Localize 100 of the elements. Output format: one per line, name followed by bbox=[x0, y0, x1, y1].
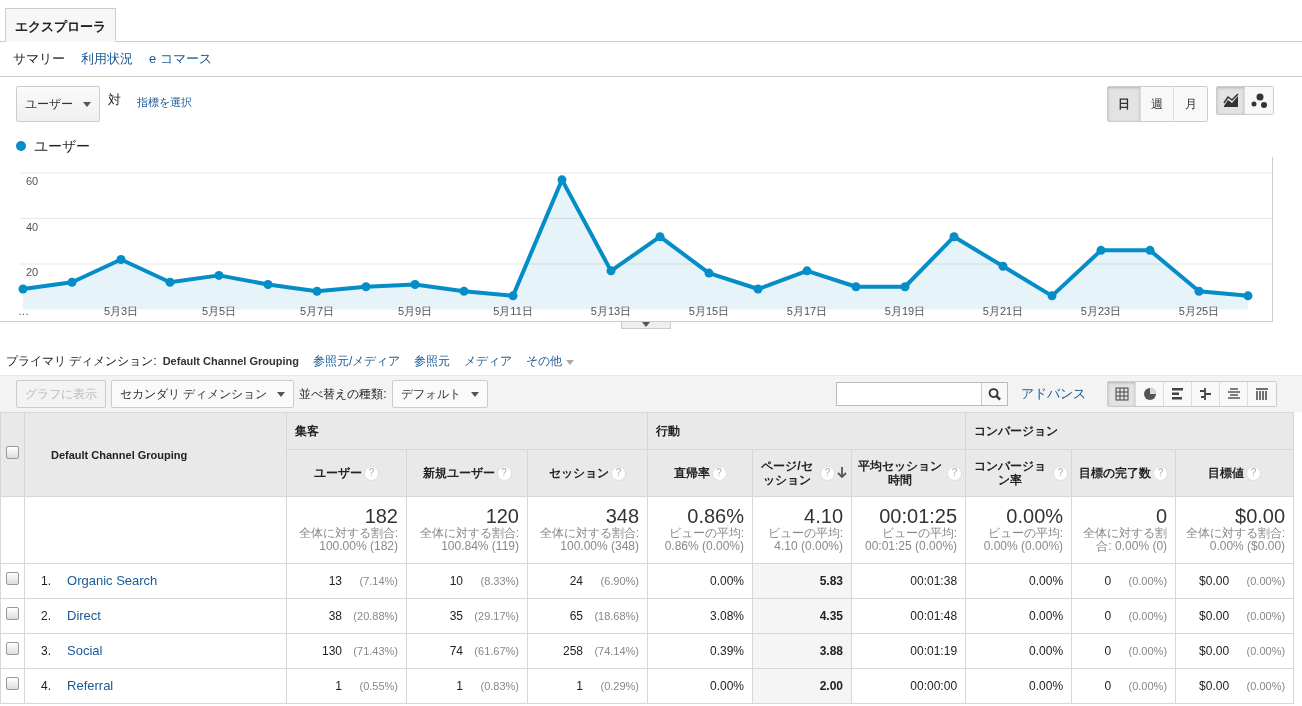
view-button[interactable] bbox=[1248, 382, 1276, 406]
secondary-dimension-dropdown[interactable]: セカンダリ ディメンション bbox=[111, 380, 295, 408]
data-point bbox=[1145, 245, 1155, 255]
nav-link[interactable]: サマリー bbox=[13, 49, 65, 69]
axis-label: … bbox=[18, 305, 29, 317]
view-button[interactable] bbox=[1164, 382, 1192, 406]
nav-link[interactable]: 利用状況 bbox=[81, 49, 133, 69]
view-button[interactable] bbox=[1192, 382, 1220, 406]
total-value: 0.86% bbox=[686, 504, 745, 527]
more-dropdown[interactable]: その他 bbox=[526, 352, 575, 370]
cell-percentage: (29.17%) bbox=[473, 608, 519, 624]
axis-label: 5月15日 bbox=[688, 305, 730, 317]
search-field[interactable] bbox=[836, 382, 1008, 406]
axis-label: 5月21日 bbox=[982, 305, 1024, 317]
column-header: ページ/セッション bbox=[760, 459, 814, 487]
cell-value: 24 bbox=[569, 573, 584, 590]
data-point bbox=[606, 266, 616, 276]
column-header: コンバージョン率 bbox=[973, 459, 1048, 487]
select-all-checkbox[interactable] bbox=[6, 445, 19, 459]
cell-percentage: (0.83%) bbox=[479, 678, 519, 694]
total-note: ビューの平均: 0.86% (0.00%) bbox=[663, 527, 745, 553]
group-header: コンバージョン bbox=[974, 424, 1059, 438]
cell-value: 0 bbox=[1104, 643, 1112, 660]
cell-value: 35 bbox=[449, 608, 463, 625]
sort-dropdown[interactable]: デフォルト bbox=[391, 380, 488, 408]
search-button[interactable] bbox=[981, 383, 1007, 405]
data-point bbox=[116, 254, 126, 264]
axis-label: 20 bbox=[26, 266, 39, 278]
channel-link[interactable]: Organic Search bbox=[67, 573, 158, 589]
comparison-icon bbox=[1198, 387, 1213, 401]
total-value: 348 bbox=[604, 504, 640, 527]
cell-percentage: (0.00%) bbox=[1127, 643, 1168, 659]
motion-chart-button[interactable] bbox=[1245, 87, 1273, 114]
cell-value: 3.08% bbox=[710, 608, 745, 625]
cell-percentage: (0.00%) bbox=[1127, 678, 1168, 694]
advanced-link[interactable]: アドバンス bbox=[1021, 384, 1086, 404]
view-button[interactable] bbox=[1108, 382, 1136, 406]
cell-percentage: (61.67%) bbox=[473, 643, 519, 659]
cell-percentage: (0.55%) bbox=[358, 678, 398, 694]
data-point bbox=[361, 282, 371, 292]
view-button[interactable] bbox=[1136, 382, 1164, 406]
collapse-handle[interactable] bbox=[621, 321, 671, 329]
data-point bbox=[802, 266, 812, 276]
period-button[interactable]: 月 bbox=[1174, 87, 1207, 121]
pie-icon bbox=[1142, 387, 1157, 401]
axis-label: 5月5日 bbox=[201, 305, 237, 317]
cell-value: 2.00 bbox=[819, 678, 844, 695]
axis-label: 40 bbox=[26, 220, 39, 233]
row-number: 3. bbox=[41, 644, 51, 659]
cell-value: 0.00% bbox=[1029, 608, 1064, 625]
cell-value: 1 bbox=[456, 678, 463, 695]
dimension-link[interactable]: メディア bbox=[464, 352, 513, 370]
data-point bbox=[508, 291, 518, 301]
select-metric-link[interactable]: 指標を選択 bbox=[137, 94, 192, 111]
axis-label: 5月23日 bbox=[1080, 305, 1122, 317]
cell-value: 258 bbox=[563, 643, 584, 660]
cell-value: 4.35 bbox=[819, 608, 844, 625]
dimension-link[interactable]: 参照元/メディア bbox=[312, 352, 401, 370]
period-button[interactable]: 日 bbox=[1108, 87, 1141, 121]
total-value: 0.00% bbox=[1005, 504, 1064, 527]
cell-value: 130 bbox=[321, 643, 342, 660]
axis-label: 5月9日 bbox=[397, 305, 433, 317]
metric-dropdown[interactable]: ユーザー bbox=[16, 86, 100, 122]
data-point bbox=[851, 282, 861, 292]
channel-link[interactable]: Referral bbox=[67, 678, 114, 694]
cell-percentage: (0.00%) bbox=[1245, 573, 1286, 589]
channel-link[interactable]: Direct bbox=[67, 608, 101, 624]
axis-label: 5月17日 bbox=[786, 305, 828, 317]
cell-percentage: (74.14%) bbox=[593, 643, 640, 659]
total-value: 00:01:25 bbox=[878, 504, 958, 527]
nav-link[interactable]: e コマース bbox=[149, 49, 212, 69]
channel-link[interactable]: Social bbox=[67, 643, 103, 659]
tab[interactable]: エクスプローラ bbox=[5, 8, 116, 42]
cell-value: 5.83 bbox=[819, 573, 844, 590]
column-header: 平均セッション時間 bbox=[857, 459, 944, 487]
total-value: 120 bbox=[484, 504, 519, 527]
axis-label: 5月19日 bbox=[884, 305, 926, 317]
dimension-link[interactable]: Default Channel Grouping bbox=[162, 352, 299, 370]
cell-value: 1 bbox=[335, 678, 342, 695]
cell-value: 0.00% bbox=[1029, 573, 1064, 590]
column-header: 目標の完了数 bbox=[1079, 466, 1152, 480]
dimension-link[interactable]: 参照元 bbox=[414, 352, 451, 370]
cell-value: 74 bbox=[449, 643, 463, 660]
column-header: セッション bbox=[549, 466, 609, 480]
column-header: 目標値 bbox=[1208, 466, 1245, 480]
data-point bbox=[949, 232, 959, 242]
data-point bbox=[165, 277, 175, 287]
data-point bbox=[459, 286, 469, 296]
cell-value: 0.00% bbox=[1029, 643, 1064, 660]
line-chart-button[interactable] bbox=[1217, 87, 1245, 114]
bars-icon bbox=[1170, 387, 1185, 401]
dimension-label: プライマリ ディメンション: bbox=[6, 353, 157, 370]
data-point bbox=[263, 280, 273, 289]
data-point bbox=[655, 232, 665, 242]
row-checkbox[interactable] bbox=[6, 607, 19, 620]
row-checkbox[interactable] bbox=[6, 642, 19, 655]
column-header: 直帰率 bbox=[673, 466, 710, 480]
period-button[interactable]: 週 bbox=[1141, 87, 1174, 121]
row-checkbox[interactable] bbox=[6, 572, 19, 585]
row-checkbox[interactable] bbox=[6, 677, 19, 690]
